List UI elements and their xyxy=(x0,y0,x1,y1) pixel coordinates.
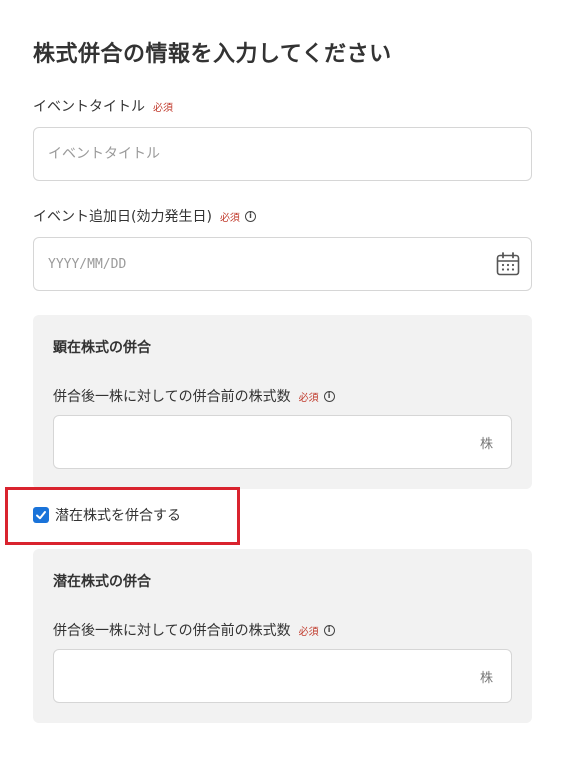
share-unit: 株 xyxy=(480,437,494,452)
info-icon[interactable]: i xyxy=(323,624,335,636)
event-date-label-row: イベント追加日(効力発生日) 必須 i xyxy=(33,206,256,226)
checkmark-icon xyxy=(36,511,46,520)
info-icon[interactable]: i xyxy=(244,210,256,222)
event-date-input[interactable] xyxy=(33,237,532,291)
visible-shares-title: 顕在株式の併合 xyxy=(53,340,151,356)
latent-checkbox[interactable] xyxy=(33,507,49,523)
visible-shares-input[interactable] xyxy=(53,415,512,469)
required-badge: 必須 xyxy=(298,392,319,404)
latent-checkbox-label[interactable]: 潜在株式を併合する xyxy=(55,505,181,525)
share-unit: 株 xyxy=(480,671,494,686)
required-badge: 必須 xyxy=(298,626,319,638)
required-badge: 必須 xyxy=(153,102,173,114)
visible-shares-field-label: 併合後一株に対しての併合前の株式数 xyxy=(53,389,291,405)
event-date-label: イベント追加日(効力発生日) xyxy=(33,209,212,225)
event-title-input[interactable] xyxy=(33,127,532,181)
latent-shares-label-row: 併合後一株に対しての併合前の株式数 必須 i xyxy=(53,620,335,640)
info-icon[interactable]: i xyxy=(323,390,335,402)
page-title: 株式併合の情報を入力してください xyxy=(33,42,392,67)
visible-shares-label-row: 併合後一株に対しての併合前の株式数 必須 i xyxy=(53,386,335,406)
required-badge: 必須 xyxy=(219,212,240,224)
event-title-label-row: イベントタイトル 必須 xyxy=(33,96,173,116)
latent-checkbox-row[interactable]: 潜在株式を併合する xyxy=(33,505,181,525)
latent-shares-title: 潜在株式の併合 xyxy=(53,574,151,590)
event-title-label: イベントタイトル xyxy=(33,99,145,115)
latent-shares-input[interactable] xyxy=(53,649,512,703)
latent-shares-field-label: 併合後一株に対しての併合前の株式数 xyxy=(53,623,291,639)
calendar-icon[interactable] xyxy=(496,252,520,276)
